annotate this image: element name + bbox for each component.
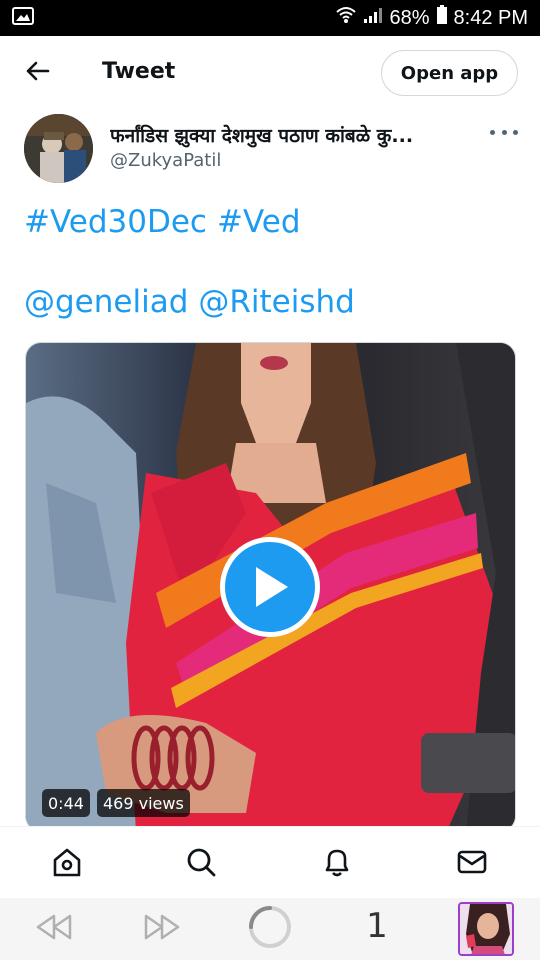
author-handle[interactable]: @ZukyaPatil [110, 150, 221, 171]
nav-notifications[interactable] [320, 847, 354, 881]
battery-icon [436, 5, 448, 31]
video-views: 469 views [97, 789, 190, 817]
video-duration: 0:44 [42, 789, 90, 817]
mention-line: @geneliad @Riteishd [24, 284, 365, 320]
signal-icon [363, 6, 383, 30]
time-text: 8:42 PM [453, 6, 528, 29]
reload-button[interactable] [246, 904, 294, 955]
open-app-button[interactable]: Open app [381, 50, 518, 96]
wifi-icon [335, 6, 357, 30]
messages-icon [456, 846, 488, 883]
avatar[interactable] [24, 114, 93, 183]
dot [513, 129, 518, 135]
video-player[interactable]: 0:44 469 views [25, 342, 516, 832]
profile-thumbnail[interactable] [458, 902, 514, 956]
author-name[interactable]: फर्नांडिस झुक्या देशमुख पठाण कांबळे कु..… [110, 122, 460, 148]
mention-link[interactable]: @Riteishd [198, 284, 354, 320]
fast-forward-icon [142, 913, 182, 946]
search-icon [185, 846, 217, 883]
play-button[interactable] [220, 537, 320, 637]
status-bar: 68% 8:42 PM [0, 0, 540, 36]
hashtag-link[interactable]: #Ved [217, 204, 301, 240]
play-icon [250, 565, 290, 609]
nav-home[interactable] [50, 847, 84, 881]
dot [501, 129, 507, 135]
back-button[interactable] [22, 58, 52, 88]
status-left [12, 6, 34, 30]
more-options-button[interactable] [490, 122, 518, 142]
image-icon [12, 6, 34, 30]
bottom-nav [0, 826, 540, 898]
rewind-icon [34, 913, 74, 946]
home-icon [51, 846, 83, 883]
hashtag-line: #Ved30Dec #Ved [24, 204, 311, 240]
fast-forward-button[interactable] [142, 914, 182, 944]
page-title: Tweet [102, 59, 176, 84]
tab-count[interactable]: 1 [360, 906, 394, 946]
dot [490, 129, 495, 135]
rewind-button[interactable] [34, 914, 74, 944]
nav-messages[interactable] [455, 847, 489, 881]
hashtag-link[interactable]: #Ved30Dec [24, 204, 207, 240]
nav-search[interactable] [184, 847, 218, 881]
top-bar: Tweet Open app [0, 36, 540, 110]
mention-link[interactable]: @geneliad [24, 284, 188, 320]
arrow-left-icon [24, 60, 50, 87]
browser-bar: 1 [0, 898, 540, 960]
battery-text: 68% [389, 6, 430, 29]
loading-icon [247, 904, 293, 955]
tweet-author: फर्नांडिस झुक्या देशमुख पठाण कांबळे कु..… [0, 110, 540, 190]
status-right: 68% 8:42 PM [335, 5, 528, 31]
notifications-icon [321, 846, 353, 883]
